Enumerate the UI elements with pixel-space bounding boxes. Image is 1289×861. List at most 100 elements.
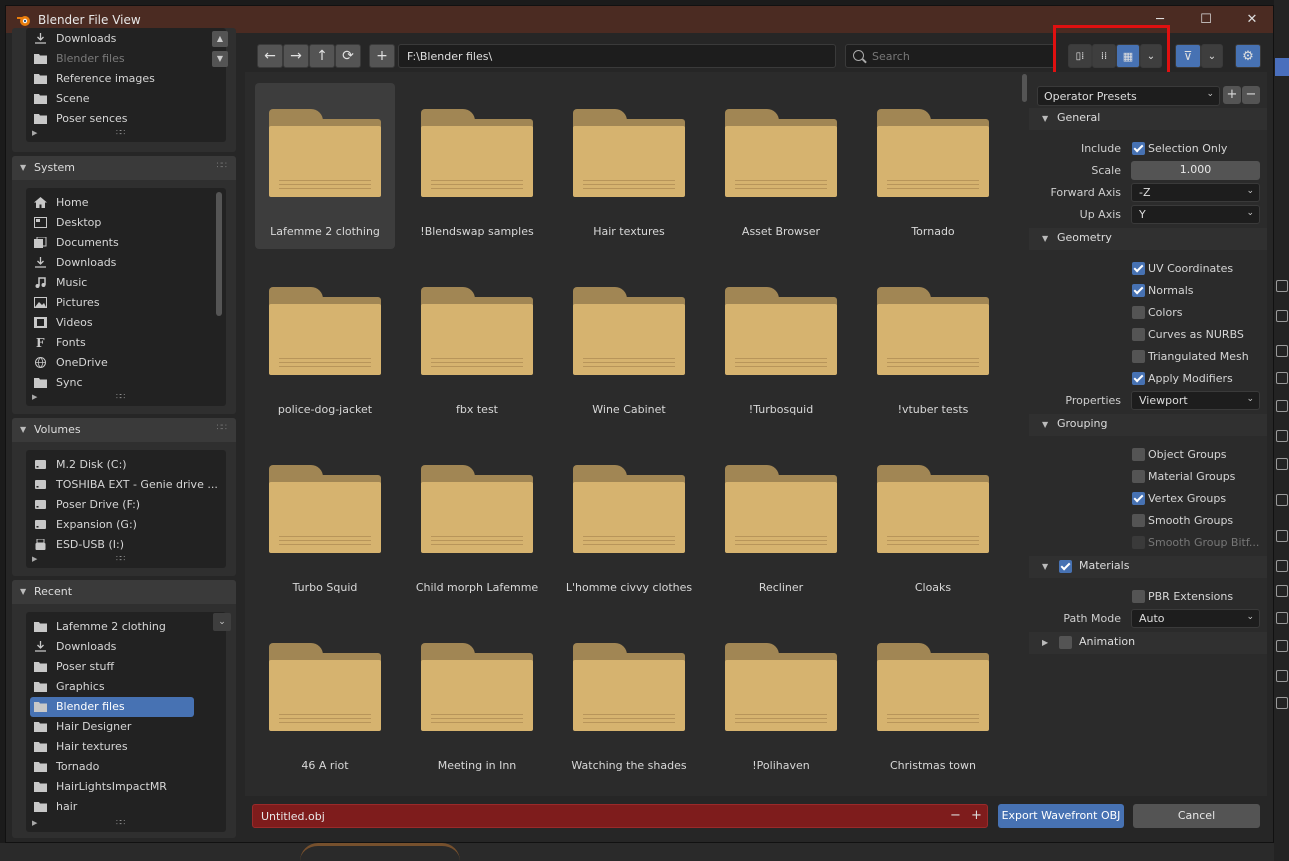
drag-grip-icon[interactable]: ∷∷: [217, 423, 228, 433]
resize-grip-icon[interactable]: ∷∷: [116, 392, 125, 401]
properties-dropdown[interactable]: Viewport ⌄: [1131, 391, 1260, 410]
filter-toggle-button[interactable]: ⊽: [1175, 44, 1201, 68]
bookmark-item[interactable]: Reference images: [26, 69, 226, 89]
resize-grip-icon[interactable]: ∷∷: [116, 554, 125, 563]
display-settings-dropdown[interactable]: ⌄: [1140, 44, 1162, 68]
expand-list-icon[interactable]: ▶: [32, 129, 37, 137]
filename-input[interactable]: Untitled.obj − +: [252, 804, 988, 828]
export-button[interactable]: Export Wavefront OBJ: [998, 804, 1124, 828]
drag-grip-icon[interactable]: ∷∷: [217, 161, 228, 171]
resize-grip-icon[interactable]: ∷∷: [116, 128, 125, 137]
folder-tile[interactable]: !Polihaven: [711, 617, 851, 783]
folder-tile[interactable]: Meeting in Inn: [407, 617, 547, 783]
animation-enable-checkbox[interactable]: [1059, 636, 1072, 649]
system-item[interactable]: Videos: [26, 313, 226, 333]
expand-list-icon[interactable]: ▶: [32, 393, 37, 401]
folder-tile[interactable]: Wine Cabinet: [559, 261, 699, 427]
recent-header[interactable]: ▼ Recent: [12, 580, 236, 604]
pbr-extensions-checkbox[interactable]: [1132, 590, 1145, 603]
directory-path-input[interactable]: F:\Blender files\: [398, 44, 836, 68]
refresh-button[interactable]: ⟳: [335, 44, 361, 68]
system-item[interactable]: Downloads: [26, 253, 226, 273]
up-axis-dropdown[interactable]: Y ⌄: [1131, 205, 1260, 224]
path-mode-dropdown[interactable]: Auto ⌄: [1131, 609, 1260, 628]
folder-tile[interactable]: L'homme civvy clothes: [559, 439, 699, 605]
bookmark-item[interactable]: Downloads: [26, 29, 226, 49]
back-button[interactable]: ←: [257, 44, 283, 68]
system-item[interactable]: Sync: [26, 373, 226, 393]
minimize-button[interactable]: ─: [1137, 6, 1183, 33]
folder-tile[interactable]: !Turbosquid: [711, 261, 851, 427]
forward-button[interactable]: →: [283, 44, 309, 68]
system-item[interactable]: Pictures: [26, 293, 226, 313]
increment-filename-button[interactable]: +: [971, 808, 982, 823]
grouping-section-header[interactable]: ▼ Grouping: [1029, 414, 1267, 436]
expand-list-icon[interactable]: ▶: [32, 819, 37, 827]
animation-section-header[interactable]: ▶ Animation: [1029, 632, 1267, 654]
add-preset-button[interactable]: +: [1223, 86, 1241, 104]
recent-item[interactable]: Hair textures: [26, 737, 226, 757]
search-input[interactable]: Search: [845, 44, 1055, 68]
volume-item[interactable]: Poser Drive (F:): [26, 495, 226, 515]
geometry-option-checkbox[interactable]: [1132, 306, 1145, 319]
geometry-option-checkbox[interactable]: [1132, 372, 1145, 385]
parent-directory-button[interactable]: ↑: [309, 44, 335, 68]
close-button[interactable]: ✕: [1229, 6, 1275, 33]
materials-enable-checkbox[interactable]: [1059, 560, 1072, 573]
geometry-option-checkbox[interactable]: [1132, 328, 1145, 341]
folder-tile[interactable]: police-dog-jacket: [255, 261, 395, 427]
volume-item[interactable]: TOSHIBA EXT - Genie drive ...: [26, 475, 226, 495]
recent-item[interactable]: Lafemme 2 clothing: [26, 617, 226, 637]
selection-only-checkbox[interactable]: [1132, 142, 1145, 155]
system-item[interactable]: Documents: [26, 233, 226, 253]
folder-tile[interactable]: Child morph Lafemme: [407, 439, 547, 605]
materials-section-header[interactable]: ▼ Materials: [1029, 556, 1267, 578]
grouping-option-checkbox[interactable]: [1132, 448, 1145, 461]
recent-item[interactable]: HairLightsImpactMR: [26, 777, 226, 797]
recent-item[interactable]: Hair Designer: [26, 717, 226, 737]
folder-tile[interactable]: Turbo Squid: [255, 439, 395, 605]
folder-tile[interactable]: Cloaks: [863, 439, 1003, 605]
folder-tile[interactable]: Hair textures: [559, 83, 699, 249]
settings-button[interactable]: ⚙: [1235, 44, 1261, 68]
volume-item[interactable]: ESD-USB (I:): [26, 535, 226, 555]
recent-item[interactable]: hair: [26, 797, 226, 817]
recent-menu-button[interactable]: ⌄: [213, 613, 231, 631]
bookmark-item[interactable]: Poser sences: [26, 109, 226, 129]
geometry-option-checkbox[interactable]: [1132, 350, 1145, 363]
filter-settings-dropdown[interactable]: ⌄: [1201, 44, 1223, 68]
volumes-header[interactable]: ▼ Volumes ∷∷: [12, 418, 236, 442]
vertical-list-view-button[interactable]: ▯⁞: [1068, 44, 1092, 68]
bookmark-item[interactable]: Scene: [26, 89, 226, 109]
folder-tile[interactable]: Lafemme 2 clothing: [255, 83, 395, 249]
grouping-option-checkbox[interactable]: [1132, 492, 1145, 505]
system-header[interactable]: ▼ System ∷∷: [12, 156, 236, 180]
forward-axis-dropdown[interactable]: -Z ⌄: [1131, 183, 1260, 202]
expand-list-icon[interactable]: ▶: [32, 555, 37, 563]
geometry-option-checkbox[interactable]: [1132, 262, 1145, 275]
folder-tile[interactable]: Watching the shades: [559, 617, 699, 783]
recent-item[interactable]: Downloads: [26, 637, 226, 657]
recent-item[interactable]: Graphics: [26, 677, 226, 697]
bookmark-item[interactable]: Blender files: [26, 49, 226, 69]
folder-tile[interactable]: Christmas town: [863, 617, 1003, 783]
recent-item[interactable]: Blender files: [30, 697, 194, 717]
volume-item[interactable]: Expansion (G:): [26, 515, 226, 535]
folder-tile[interactable]: !vtuber tests: [863, 261, 1003, 427]
file-grid-scrollbar[interactable]: [1022, 74, 1027, 102]
thumbnails-view-button[interactable]: ▦: [1116, 44, 1140, 68]
volume-item[interactable]: M.2 Disk (C:): [26, 455, 226, 475]
new-folder-button[interactable]: +: [369, 44, 395, 68]
folder-tile[interactable]: fbx test: [407, 261, 547, 427]
recent-item[interactable]: Poser stuff: [26, 657, 226, 677]
folder-tile[interactable]: !Blendswap samples: [407, 83, 547, 249]
folder-tile[interactable]: Recliner: [711, 439, 851, 605]
folder-tile[interactable]: 46 A riot: [255, 617, 395, 783]
remove-preset-button[interactable]: −: [1242, 86, 1260, 104]
decrement-filename-button[interactable]: −: [950, 808, 961, 823]
grouping-option-checkbox[interactable]: [1132, 470, 1145, 483]
grouping-option-checkbox[interactable]: [1132, 514, 1145, 527]
general-section-header[interactable]: ▼ General: [1029, 108, 1267, 130]
maximize-button[interactable]: ☐: [1183, 6, 1229, 33]
system-item[interactable]: Home: [26, 193, 226, 213]
